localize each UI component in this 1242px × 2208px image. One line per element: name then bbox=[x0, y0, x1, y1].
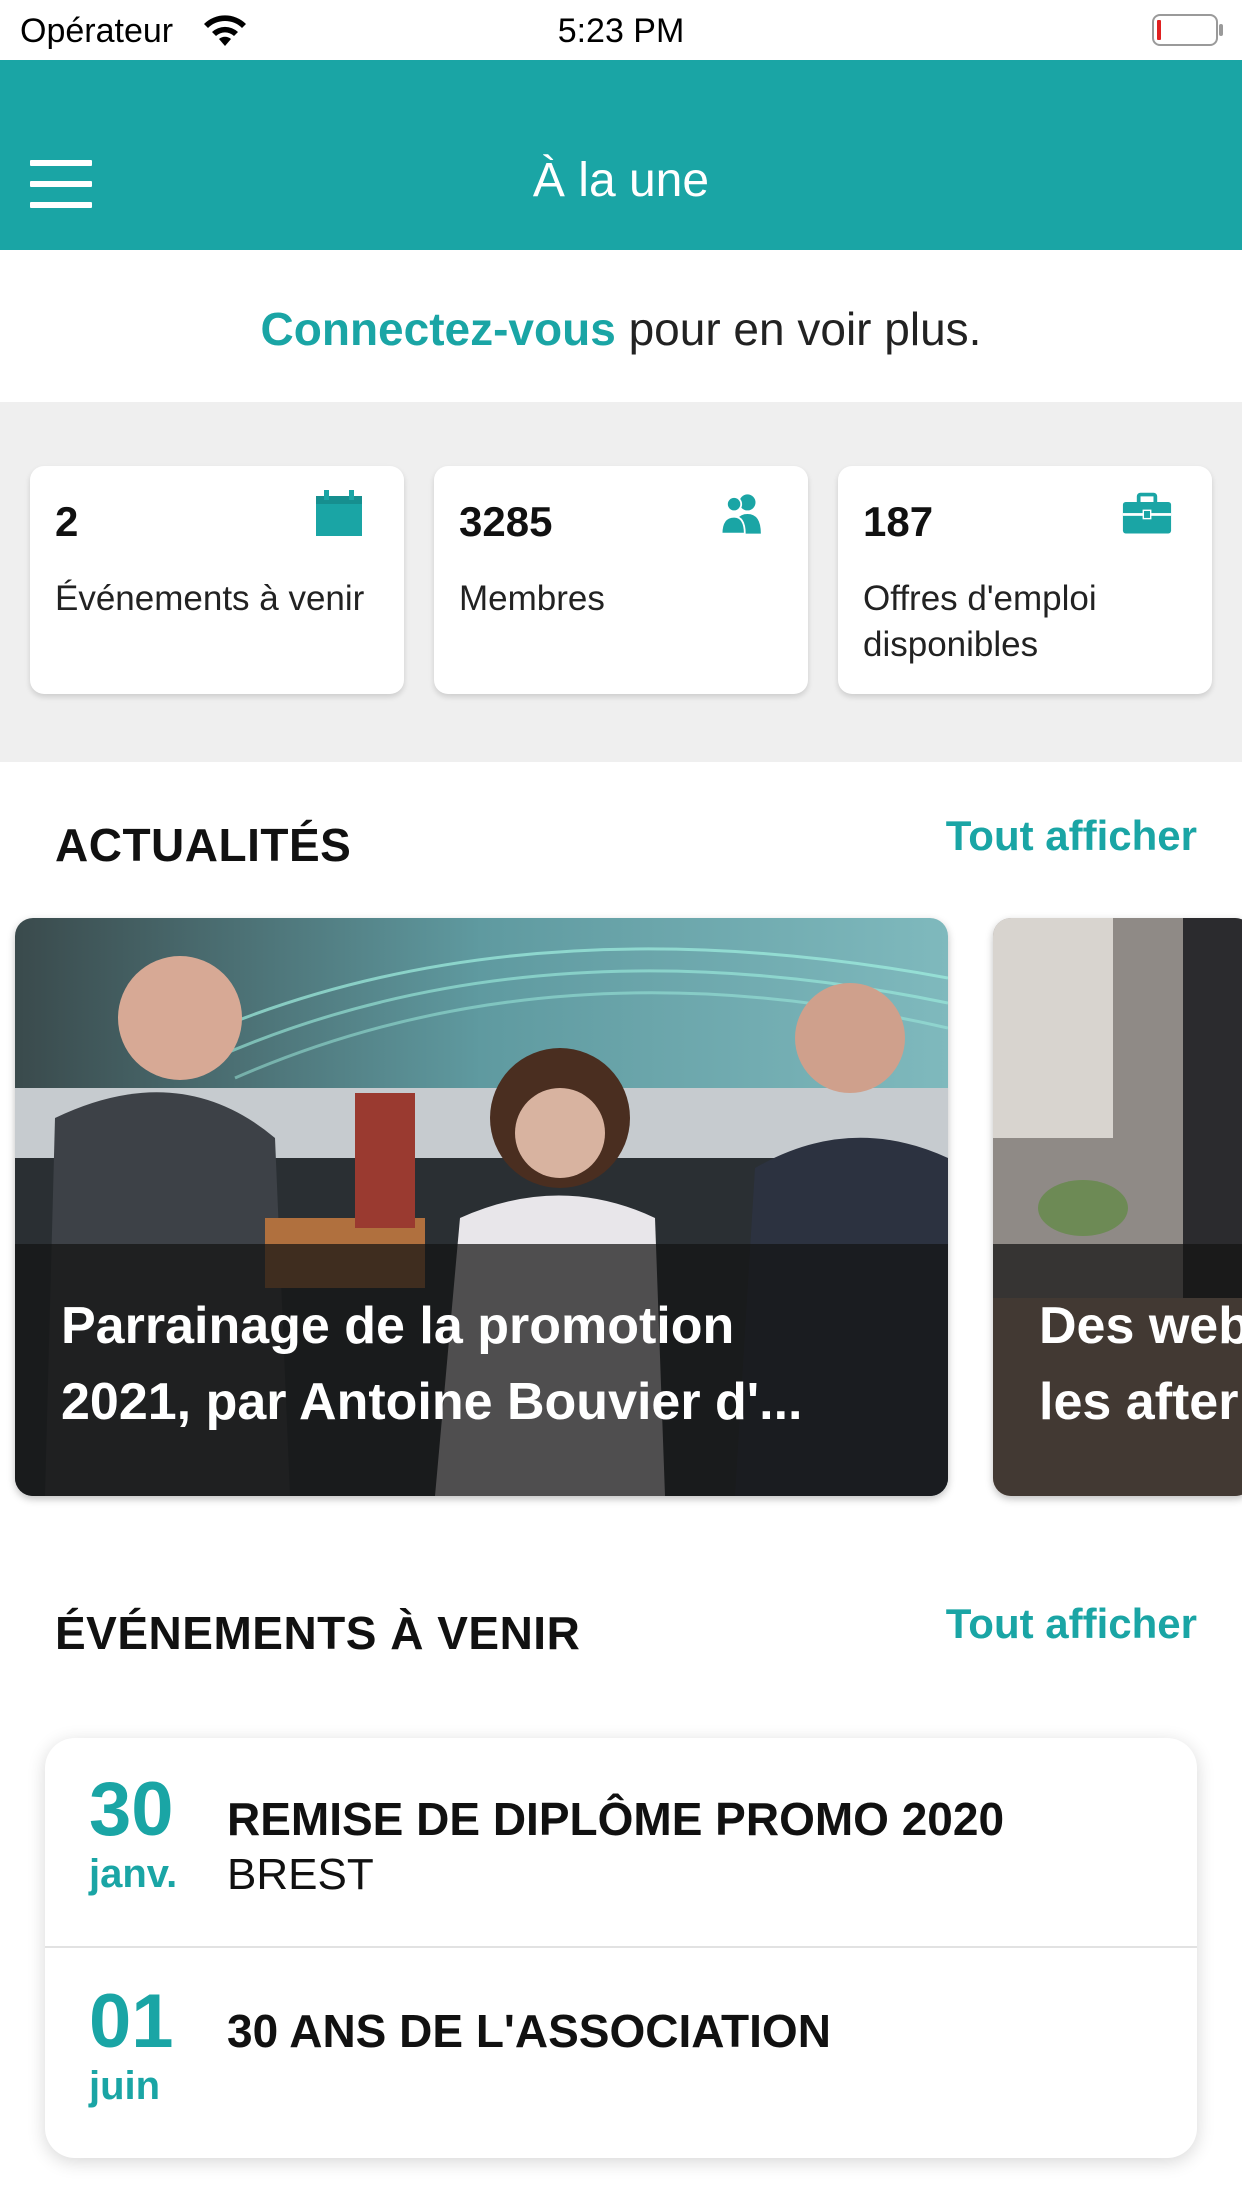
events-see-all-link[interactable]: Tout afficher bbox=[946, 1600, 1197, 1648]
event-day: 01 bbox=[89, 1979, 174, 2064]
event-row[interactable]: 30 janv. REMISE DE DIPLÔME PROMO 2020 BR… bbox=[45, 1738, 1197, 1948]
event-day: 30 bbox=[89, 1767, 174, 1852]
stat-label: Membres bbox=[459, 579, 605, 618]
calendar-icon bbox=[316, 490, 362, 536]
battery-icon bbox=[1152, 14, 1223, 46]
news-title: Des web les after bbox=[1039, 1297, 1242, 1431]
briefcase-icon bbox=[1122, 492, 1172, 534]
status-bar: Opérateur 5:23 PM bbox=[0, 0, 1242, 60]
stats-section: 2 Événements à venir 3285 Membres 187 Of… bbox=[0, 402, 1242, 762]
news-card[interactable]: Parrainage de la promotion 2021, par Ant… bbox=[15, 918, 948, 1496]
event-month: juin bbox=[89, 2064, 161, 2108]
news-title: Parrainage de la promotion 2021, par Ant… bbox=[61, 1297, 803, 1431]
page-title: À la une bbox=[532, 154, 710, 207]
events-section-title: ÉVÉNEMENTS À VENIR bbox=[55, 1607, 581, 1659]
stat-label: Offres d'emploi disponibles bbox=[863, 579, 1097, 664]
login-banner: Connectez-vous pour en voir plus. bbox=[0, 250, 1242, 402]
login-link[interactable]: Connectez-vous bbox=[261, 303, 616, 355]
stat-card-jobs[interactable]: 187 Offres d'emploi disponibles bbox=[838, 466, 1212, 694]
stat-value: 2 bbox=[55, 498, 79, 545]
event-month: janv. bbox=[89, 1852, 178, 1896]
news-section-title: ACTUALITÉS bbox=[55, 819, 352, 871]
stat-label: Événements à venir bbox=[55, 579, 365, 618]
news-see-all-link[interactable]: Tout afficher bbox=[946, 812, 1197, 860]
event-row[interactable]: 01 juin 30 ANS DE L'ASSOCIATION bbox=[45, 1950, 1197, 2158]
login-banner-text: pour en voir plus. bbox=[615, 303, 982, 355]
nav-bar: À la une bbox=[0, 60, 1242, 250]
event-title: REMISE DE DIPLÔME PROMO 2020 bbox=[227, 1793, 1005, 1845]
clock-label: 5:23 PM bbox=[557, 12, 685, 50]
stat-card-members[interactable]: 3285 Membres bbox=[434, 466, 808, 694]
event-location: BREST bbox=[227, 1850, 374, 1899]
stat-value: 187 bbox=[863, 498, 934, 545]
events-list: 30 janv. REMISE DE DIPLÔME PROMO 2020 BR… bbox=[45, 1738, 1197, 2158]
members-icon bbox=[720, 494, 761, 535]
stat-value: 3285 bbox=[459, 498, 553, 545]
event-title: 30 ANS DE L'ASSOCIATION bbox=[227, 2005, 831, 2057]
stat-card-events[interactable]: 2 Événements à venir bbox=[30, 466, 404, 694]
news-card[interactable]: Des web les after bbox=[993, 918, 1242, 1496]
